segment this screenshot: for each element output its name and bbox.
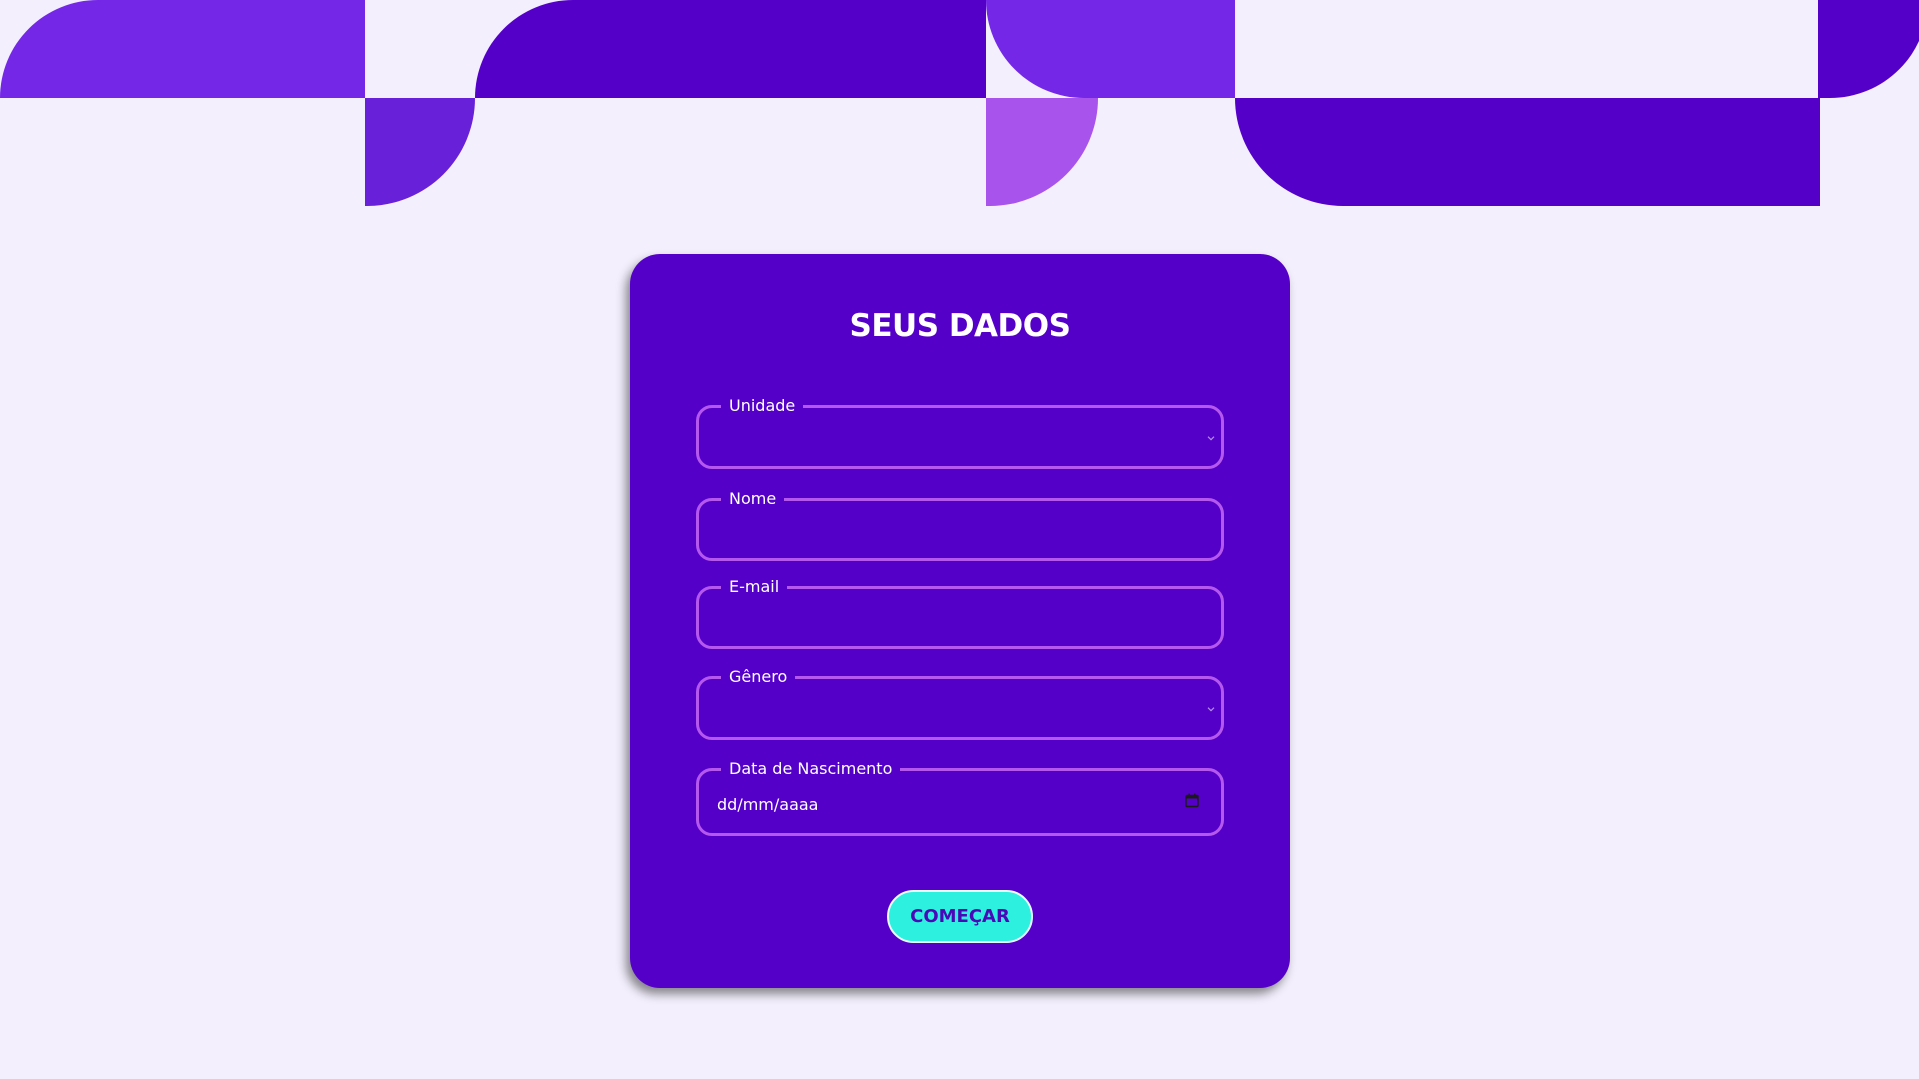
chevron-down-icon: [1207, 707, 1215, 712]
personal-data-form: SEUS DADOS Unidade Nome E-mail Gênero Da…: [630, 254, 1290, 988]
decorative-shape: [365, 98, 475, 206]
decorative-shape: [1235, 98, 1820, 206]
decorative-shape: [986, 98, 1098, 206]
calendar-icon[interactable]: [1185, 793, 1199, 808]
decorative-shape: [475, 0, 986, 98]
data-nascimento-label: Data de Nascimento: [721, 759, 901, 779]
genero-select[interactable]: Gênero: [696, 667, 1224, 740]
form-title: SEUS DADOS: [849, 308, 1071, 344]
data-nascimento-input[interactable]: Data de Nascimento dd/mm/aaaa: [696, 759, 1224, 836]
decorative-shape: [1818, 0, 1919, 98]
start-button[interactable]: COMEÇAR: [887, 890, 1033, 943]
unidade-select[interactable]: Unidade: [696, 396, 1224, 469]
decorative-shape: [986, 0, 1235, 98]
nome-label: Nome: [721, 489, 785, 509]
page: SEUS DADOS Unidade Nome E-mail Gênero Da…: [0, 0, 1919, 1079]
email-label: E-mail: [721, 577, 788, 597]
email-input[interactable]: E-mail: [696, 577, 1224, 649]
date-value: dd/mm/aaaa: [717, 795, 819, 814]
decorative-shape: [0, 0, 365, 98]
chevron-down-icon: [1207, 436, 1215, 441]
genero-label: Gênero: [721, 667, 796, 687]
unidade-label: Unidade: [721, 396, 804, 416]
nome-input[interactable]: Nome: [696, 489, 1224, 561]
